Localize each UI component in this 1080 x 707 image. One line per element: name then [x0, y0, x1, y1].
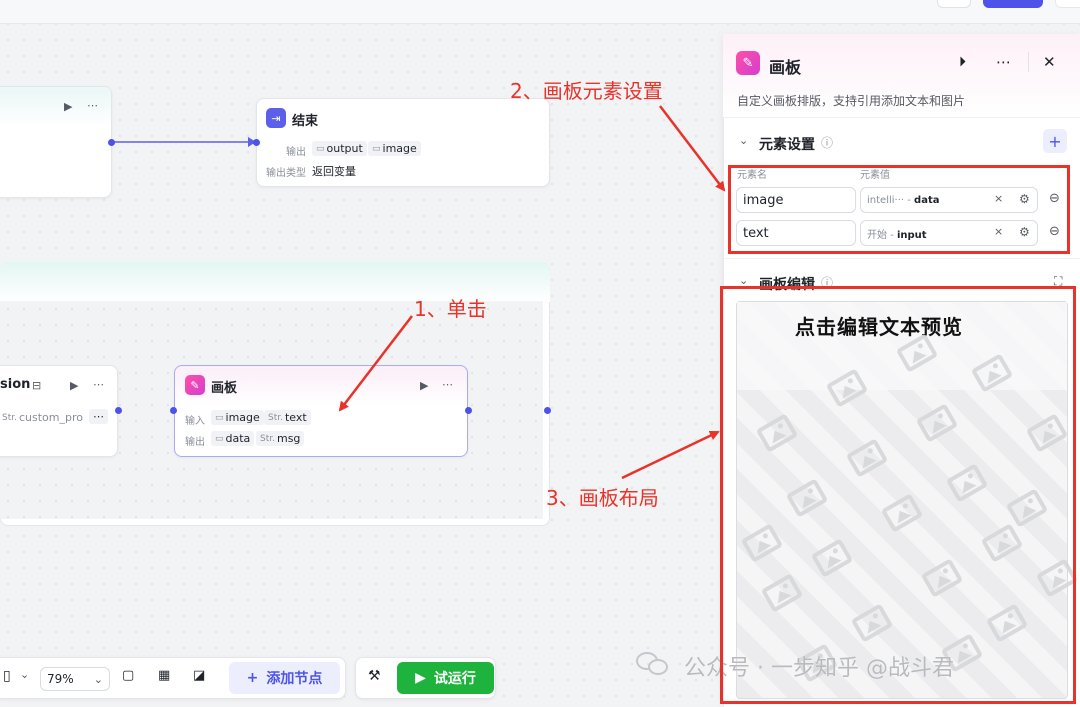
annotation-arrows — [338, 105, 726, 480]
